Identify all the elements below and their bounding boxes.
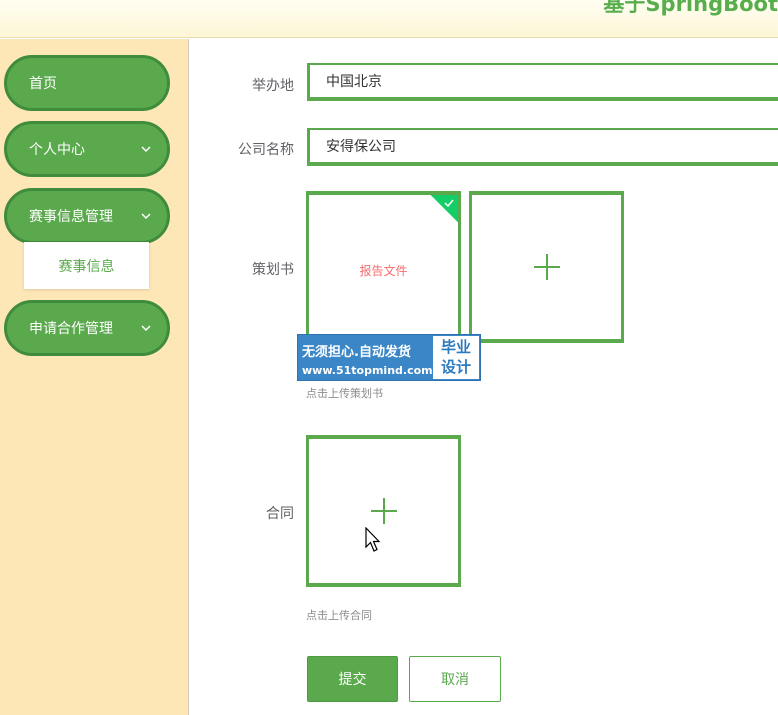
watermark-badge-line: 设计: [440, 358, 471, 376]
sidebar-item-event-management[interactable]: 赛事信息管理: [4, 188, 170, 244]
sidebar-item-label: 赛事信息管理: [29, 209, 113, 225]
sidebar-item-label: 首页: [29, 76, 57, 92]
venue-label: 举办地: [252, 78, 294, 94]
chevron-down-icon: [141, 146, 151, 153]
sidebar-item-label: 申请合作管理: [29, 321, 113, 337]
plus-icon: [533, 254, 560, 280]
submenu-item-label: 赛事信息: [58, 258, 115, 275]
mouse-cursor-icon: [365, 527, 381, 552]
check-icon: [444, 199, 454, 208]
sidebar: 首页 个人中心 赛事信息管理 赛事信息 申请合作管理: [0, 39, 189, 715]
proposal-upload-tip: 点击上传策划书: [306, 387, 383, 400]
chevron-down-icon: [141, 213, 151, 220]
top-header: 基于SpringBoot: [0, 0, 778, 38]
watermark-badge-line: 毕业: [440, 338, 471, 356]
sidebar-item-label: 个人中心: [29, 142, 85, 158]
company-label: 公司名称: [238, 142, 294, 158]
proposal-file-name: 报告文件: [359, 264, 408, 278]
venue-input[interactable]: 中国北京: [307, 63, 778, 101]
sidebar-item-cooperation-management[interactable]: 申请合作管理: [4, 300, 170, 356]
watermark-banner: 无须担心.自动发货 www.51topmind.com 毕业 设计: [297, 334, 481, 381]
plus-icon: [370, 498, 397, 524]
company-input[interactable]: 安得保公司: [307, 128, 778, 166]
watermark-url: www.51topmind.com: [302, 364, 433, 377]
sidebar-item-personal-center[interactable]: 个人中心: [4, 121, 170, 177]
brand-title: 基于SpringBoot: [603, 0, 778, 16]
watermark-text: 无须担心.自动发货: [302, 345, 411, 360]
venue-value: 中国北京: [326, 74, 382, 90]
cancel-button[interactable]: 取消: [409, 656, 501, 702]
form-panel: 举办地 中国北京 公司名称 安得保公司 策划书 报告文件 无须担心.自动发货 w…: [190, 39, 778, 715]
watermark-badge: 毕业 设计: [433, 336, 479, 379]
contract-upload-tip: 点击上传合同: [306, 609, 372, 622]
proposal-uploaded-file[interactable]: 报告文件: [306, 191, 461, 343]
proposal-upload-button[interactable]: [469, 191, 624, 343]
chevron-down-icon: [141, 325, 151, 332]
contract-label: 合同: [266, 506, 294, 522]
submenu-item-event-info[interactable]: 赛事信息: [24, 242, 149, 289]
submit-button[interactable]: 提交: [307, 656, 398, 702]
proposal-label: 策划书: [252, 262, 294, 278]
contract-upload-button[interactable]: [306, 435, 461, 587]
company-value: 安得保公司: [326, 139, 396, 155]
sidebar-item-home[interactable]: 首页: [4, 55, 170, 111]
